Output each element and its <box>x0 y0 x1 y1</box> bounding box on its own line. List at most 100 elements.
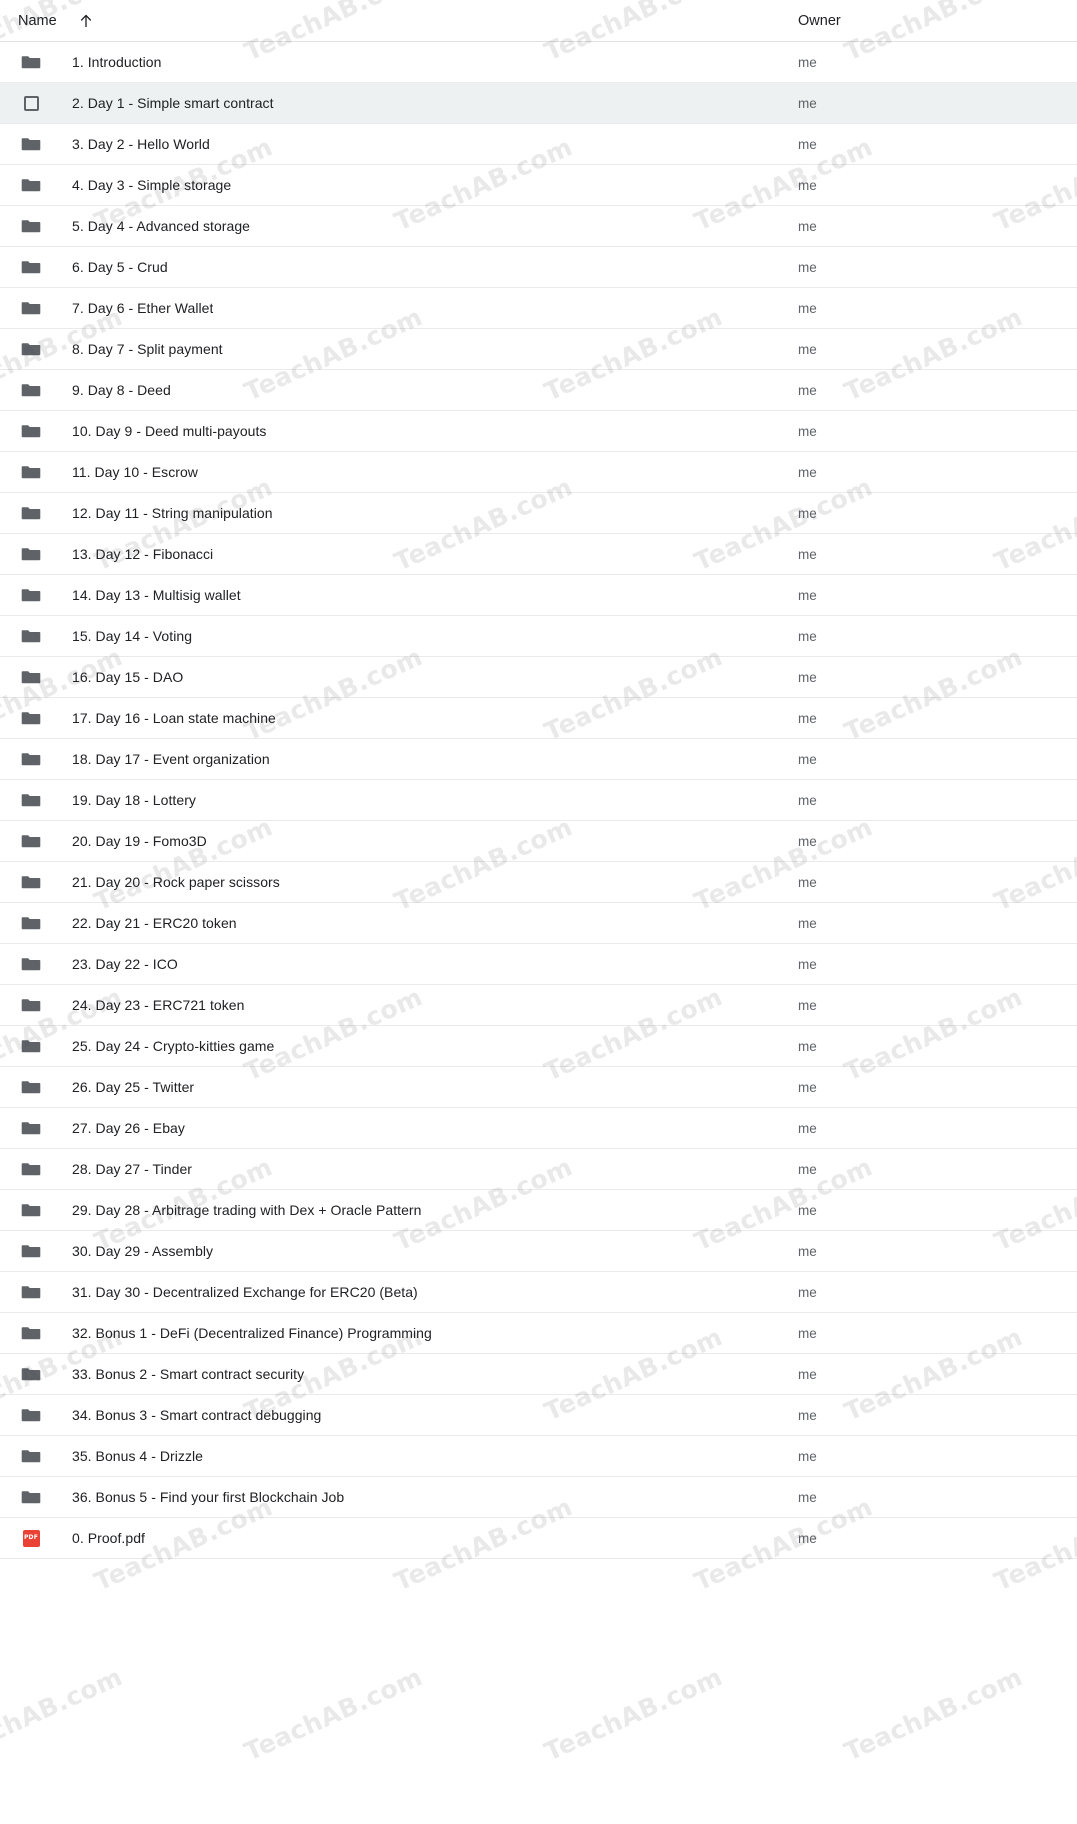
row-icon-slot <box>18 418 44 444</box>
row-icon-slot <box>18 1402 44 1428</box>
column-header-name[interactable]: Name <box>18 12 798 30</box>
watermark-text: TeachAB.com <box>540 1662 727 1767</box>
row-icon-slot <box>18 705 44 731</box>
file-name-label: 6. Day 5 - Crud <box>72 259 168 275</box>
table-row[interactable]: 15. Day 14 - Voting me <box>0 616 1077 657</box>
cell-name: 25. Day 24 - Crypto-kitties game <box>18 1033 798 1059</box>
table-row[interactable]: 6. Day 5 - Crud me <box>0 247 1077 288</box>
cell-owner: me <box>798 997 817 1013</box>
row-icon-slot <box>18 869 44 895</box>
table-row[interactable]: 16. Day 15 - DAO me <box>0 657 1077 698</box>
table-row[interactable]: 36. Bonus 5 - Find your first Blockchain… <box>0 1477 1077 1518</box>
file-name-label: 1. Introduction <box>72 54 162 70</box>
table-row[interactable]: 5. Day 4 - Advanced storage me <box>0 206 1077 247</box>
table-row[interactable]: 11. Day 10 - Escrow me <box>0 452 1077 493</box>
table-row[interactable]: 20. Day 19 - Fomo3D me <box>0 821 1077 862</box>
table-row[interactable]: 10. Day 9 - Deed multi-payouts me <box>0 411 1077 452</box>
table-row[interactable]: 17. Day 16 - Loan state machine me <box>0 698 1077 739</box>
column-header-owner[interactable]: Owner <box>798 13 948 29</box>
file-name-label: 32. Bonus 1 - DeFi (Decentralized Financ… <box>72 1325 432 1341</box>
table-row[interactable]: 24. Day 23 - ERC721 token me <box>0 985 1077 1026</box>
row-icon-slot <box>18 1156 44 1182</box>
cell-name: 10. Day 9 - Deed multi-payouts <box>18 418 798 444</box>
table-row[interactable]: 13. Day 12 - Fibonacci me <box>0 534 1077 575</box>
cell-name: 28. Day 27 - Tinder <box>18 1156 798 1182</box>
row-icon-slot <box>18 377 44 403</box>
folder-icon <box>21 833 41 849</box>
folder-icon <box>21 546 41 562</box>
folder-icon <box>21 1243 41 1259</box>
table-row[interactable]: 26. Day 25 - Twitter me <box>0 1067 1077 1108</box>
folder-icon <box>21 423 41 439</box>
file-name-label: 25. Day 24 - Crypto-kitties game <box>72 1038 275 1054</box>
cell-owner: me <box>798 751 817 767</box>
table-row[interactable]: 21. Day 20 - Rock paper scissors me <box>0 862 1077 903</box>
table-row[interactable]: 9. Day 8 - Deed me <box>0 370 1077 411</box>
table-row[interactable]: 2. Day 1 - Simple smart contract me <box>0 83 1077 124</box>
table-row[interactable]: 31. Day 30 - Decentralized Exchange for … <box>0 1272 1077 1313</box>
cell-owner: me <box>798 136 817 152</box>
table-row[interactable]: 23. Day 22 - ICO me <box>0 944 1077 985</box>
row-checkbox[interactable] <box>23 95 39 111</box>
cell-owner: me <box>798 1325 817 1341</box>
table-row[interactable]: 27. Day 26 - Ebay me <box>0 1108 1077 1149</box>
folder-icon <box>21 587 41 603</box>
file-name-label: 23. Day 22 - ICO <box>72 956 178 972</box>
row-icon-slot <box>18 746 44 772</box>
row-icon-slot <box>18 541 44 567</box>
row-icon-slot <box>18 951 44 977</box>
cell-owner: me <box>798 54 817 70</box>
cell-name: 26. Day 25 - Twitter <box>18 1074 798 1100</box>
arrow-up-icon[interactable] <box>77 12 95 30</box>
cell-name: 4. Day 3 - Simple storage <box>18 172 798 198</box>
cell-owner: me <box>798 1448 817 1464</box>
row-icon-slot <box>18 1361 44 1387</box>
table-row[interactable]: 14. Day 13 - Multisig wallet me <box>0 575 1077 616</box>
table-row[interactable]: 35. Bonus 4 - Drizzle me <box>0 1436 1077 1477</box>
table-row[interactable]: 29. Day 28 - Arbitrage trading with Dex … <box>0 1190 1077 1231</box>
file-name-label: 20. Day 19 - Fomo3D <box>72 833 207 849</box>
table-row[interactable]: 33. Bonus 2 - Smart contract security me <box>0 1354 1077 1395</box>
file-name-label: 19. Day 18 - Lottery <box>72 792 196 808</box>
table-row[interactable]: 30. Day 29 - Assembly me <box>0 1231 1077 1272</box>
cell-name: 30. Day 29 - Assembly <box>18 1238 798 1264</box>
file-name-label: 33. Bonus 2 - Smart contract security <box>72 1366 305 1382</box>
cell-name: 16. Day 15 - DAO <box>18 664 798 690</box>
folder-icon <box>21 1489 41 1505</box>
table-row[interactable]: 18. Day 17 - Event organization me <box>0 739 1077 780</box>
folder-icon <box>21 341 41 357</box>
cell-owner: me <box>798 628 817 644</box>
file-name-label: 31. Day 30 - Decentralized Exchange for … <box>72 1284 418 1300</box>
table-row[interactable]: 25. Day 24 - Crypto-kitties game me <box>0 1026 1077 1067</box>
table-row[interactable]: 12. Day 11 - String manipulation me <box>0 493 1077 534</box>
folder-icon <box>21 1161 41 1177</box>
table-row[interactable]: 32. Bonus 1 - DeFi (Decentralized Financ… <box>0 1313 1077 1354</box>
row-icon-slot <box>18 336 44 362</box>
cell-name: 17. Day 16 - Loan state machine <box>18 705 798 731</box>
cell-name: 19. Day 18 - Lottery <box>18 787 798 813</box>
table-row[interactable]: 7. Day 6 - Ether Wallet me <box>0 288 1077 329</box>
row-icon-slot[interactable] <box>18 90 44 116</box>
file-name-label: 29. Day 28 - Arbitrage trading with Dex … <box>72 1202 422 1218</box>
folder-icon <box>21 218 41 234</box>
row-icon-slot <box>18 295 44 321</box>
folder-icon <box>21 710 41 726</box>
table-row[interactable]: 28. Day 27 - Tinder me <box>0 1149 1077 1190</box>
table-row[interactable]: 8. Day 7 - Split payment me <box>0 329 1077 370</box>
table-row[interactable]: 34. Bonus 3 - Smart contract debugging me <box>0 1395 1077 1436</box>
table-row[interactable]: 4. Day 3 - Simple storage me <box>0 165 1077 206</box>
cell-name: 31. Day 30 - Decentralized Exchange for … <box>18 1279 798 1305</box>
file-name-label: 22. Day 21 - ERC20 token <box>72 915 237 931</box>
file-name-label: 35. Bonus 4 - Drizzle <box>72 1448 203 1464</box>
table-row[interactable]: 22. Day 21 - ERC20 token me <box>0 903 1077 944</box>
table-row[interactable]: 1. Introduction me <box>0 42 1077 83</box>
row-icon-slot <box>18 131 44 157</box>
table-row[interactable]: PDF 0. Proof.pdf me <box>0 1518 1077 1559</box>
table-row[interactable]: 19. Day 18 - Lottery me <box>0 780 1077 821</box>
cell-owner: me <box>798 669 817 685</box>
row-icon-slot <box>18 213 44 239</box>
row-icon-slot <box>18 664 44 690</box>
column-header-name-label: Name <box>18 12 57 29</box>
table-row[interactable]: 3. Day 2 - Hello World me <box>0 124 1077 165</box>
cell-name: 36. Bonus 5 - Find your first Blockchain… <box>18 1484 798 1510</box>
